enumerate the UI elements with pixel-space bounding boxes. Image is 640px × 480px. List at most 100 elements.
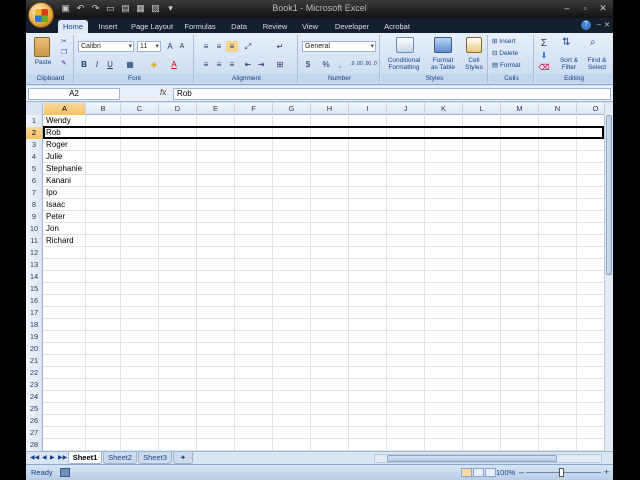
- macro-record-icon[interactable]: [60, 468, 70, 477]
- column-header-b[interactable]: B: [86, 103, 121, 115]
- vertical-scrollbar[interactable]: [604, 103, 613, 451]
- cell-a5[interactable]: Stephanie: [44, 163, 82, 175]
- column-header-c[interactable]: C: [121, 103, 159, 115]
- cell-a4[interactable]: Julie: [44, 151, 62, 163]
- clear-icon[interactable]: ⌫: [538, 62, 550, 73]
- cell-a25[interactable]: [44, 403, 46, 415]
- row-header[interactable]: 13: [26, 259, 43, 271]
- horizontal-scroll-thumb[interactable]: [387, 455, 557, 462]
- column-header-i[interactable]: I: [349, 103, 387, 115]
- column-header-h[interactable]: H: [311, 103, 349, 115]
- row-header[interactable]: 7: [26, 187, 43, 199]
- bold-icon[interactable]: B: [78, 59, 90, 70]
- tab-home[interactable]: Home: [58, 20, 88, 33]
- column-header-o[interactable]: O: [577, 103, 604, 115]
- comma-icon[interactable]: ,: [334, 59, 346, 70]
- column-header-l[interactable]: L: [463, 103, 501, 115]
- cell-a12[interactable]: [44, 247, 46, 259]
- increase-indent-icon[interactable]: ⇥: [255, 59, 267, 70]
- row-header[interactable]: 15: [26, 283, 43, 295]
- delete-cells-button[interactable]: ⊟ Delete: [492, 50, 532, 57]
- row-header[interactable]: 5: [26, 163, 43, 175]
- first-sheet-icon[interactable]: ◀◀: [30, 454, 39, 461]
- sheet-tab-1[interactable]: Sheet1: [68, 452, 102, 464]
- cell-a14[interactable]: [44, 271, 46, 283]
- cell-a10[interactable]: Jon: [44, 223, 59, 235]
- font-name-select[interactable]: Calibri: [78, 41, 134, 52]
- wrap-text-icon[interactable]: ↵: [274, 41, 286, 52]
- last-sheet-icon[interactable]: ▶▶: [58, 454, 67, 461]
- font-size-select[interactable]: 11: [137, 41, 161, 52]
- cell-a26[interactable]: [44, 415, 46, 427]
- ribbon-close-icon[interactable]: ✕: [604, 21, 610, 29]
- column-header-g[interactable]: G: [273, 103, 311, 115]
- sort-filter-icon[interactable]: ⇅: [562, 37, 576, 51]
- tab-data[interactable]: Data: [228, 20, 250, 33]
- office-button[interactable]: [28, 2, 54, 28]
- sort-filter-button[interactable]: Sort & Filter: [554, 57, 584, 71]
- row-header[interactable]: 14: [26, 271, 43, 283]
- maximize-icon[interactable]: ▫: [577, 2, 593, 15]
- zoom-slider-thumb[interactable]: [559, 468, 564, 477]
- row-header[interactable]: 1: [26, 115, 43, 127]
- align-left-icon[interactable]: ≡: [200, 59, 212, 70]
- insert-sheet-icon[interactable]: ✦: [173, 452, 193, 464]
- column-header-k[interactable]: K: [425, 103, 463, 115]
- row-header[interactable]: 28: [26, 439, 43, 451]
- prev-sheet-icon[interactable]: ◀: [42, 454, 47, 461]
- shrink-font-icon[interactable]: A: [176, 41, 188, 52]
- cell-styles-icon[interactable]: [466, 37, 482, 53]
- column-header-n[interactable]: N: [539, 103, 577, 115]
- number-format-select[interactable]: General: [302, 41, 376, 52]
- tab-acrobat[interactable]: Acrobat: [381, 20, 413, 33]
- fill-icon[interactable]: ⬇: [538, 50, 550, 61]
- grow-font-icon[interactable]: A: [164, 41, 176, 52]
- formula-input[interactable]: Rob: [173, 88, 611, 100]
- row-header[interactable]: 2: [26, 127, 43, 139]
- find-select-button[interactable]: Find & Select: [582, 57, 612, 71]
- cell-a8[interactable]: Isaac: [44, 199, 65, 211]
- format-as-table-button[interactable]: Format as Table: [426, 57, 460, 71]
- row-header[interactable]: 10: [26, 223, 43, 235]
- align-center-icon[interactable]: ≡: [213, 59, 225, 70]
- cell-styles-button[interactable]: Cell Styles: [460, 57, 488, 71]
- conditional-formatting-button[interactable]: Conditional Formatting: [382, 57, 426, 71]
- align-bottom-icon[interactable]: ≡: [226, 41, 238, 52]
- cell-a3[interactable]: Roger: [44, 139, 68, 151]
- format-painter-icon[interactable]: ✎: [59, 60, 69, 67]
- tab-view[interactable]: View: [299, 20, 321, 33]
- zoom-in-icon[interactable]: +: [604, 467, 609, 477]
- cell-a9[interactable]: Peter: [44, 211, 65, 223]
- tab-page-layout[interactable]: Page Layout: [130, 20, 174, 33]
- cell-a16[interactable]: [44, 295, 46, 307]
- row-header[interactable]: 26: [26, 415, 43, 427]
- cell-a1[interactable]: Wendy: [44, 115, 71, 127]
- tab-review[interactable]: Review: [261, 20, 289, 33]
- row-header[interactable]: 20: [26, 343, 43, 355]
- format-as-table-icon[interactable]: [434, 37, 452, 53]
- cell-a19[interactable]: [44, 331, 46, 343]
- row-header[interactable]: 22: [26, 367, 43, 379]
- decrease-decimal-icon[interactable]: .00 .0: [364, 59, 377, 70]
- cell-a6[interactable]: Kanani: [44, 175, 71, 187]
- select-all-button[interactable]: [26, 103, 43, 115]
- merge-center-icon[interactable]: ⊞: [274, 59, 286, 70]
- name-box[interactable]: A2: [28, 88, 120, 100]
- row-header[interactable]: 24: [26, 391, 43, 403]
- align-middle-icon[interactable]: ≡: [213, 41, 225, 52]
- row-header[interactable]: 19: [26, 331, 43, 343]
- cell-a22[interactable]: [44, 367, 46, 379]
- minimize-icon[interactable]: –: [559, 2, 575, 15]
- paste-button[interactable]: Paste: [30, 59, 56, 66]
- row-header[interactable]: 16: [26, 295, 43, 307]
- font-color-icon[interactable]: A: [168, 59, 180, 70]
- increase-decimal-icon[interactable]: .0 .00: [350, 59, 363, 70]
- format-cells-button[interactable]: ▤ Format: [492, 62, 532, 69]
- cell-a2[interactable]: Rob: [44, 127, 61, 139]
- cell-a15[interactable]: [44, 283, 46, 295]
- conditional-formatting-icon[interactable]: [396, 37, 414, 53]
- orientation-icon[interactable]: ⤢: [242, 41, 254, 52]
- cell-a23[interactable]: [44, 379, 46, 391]
- zoom-out-icon[interactable]: –: [519, 467, 524, 477]
- fill-color-icon[interactable]: ◈: [148, 59, 160, 70]
